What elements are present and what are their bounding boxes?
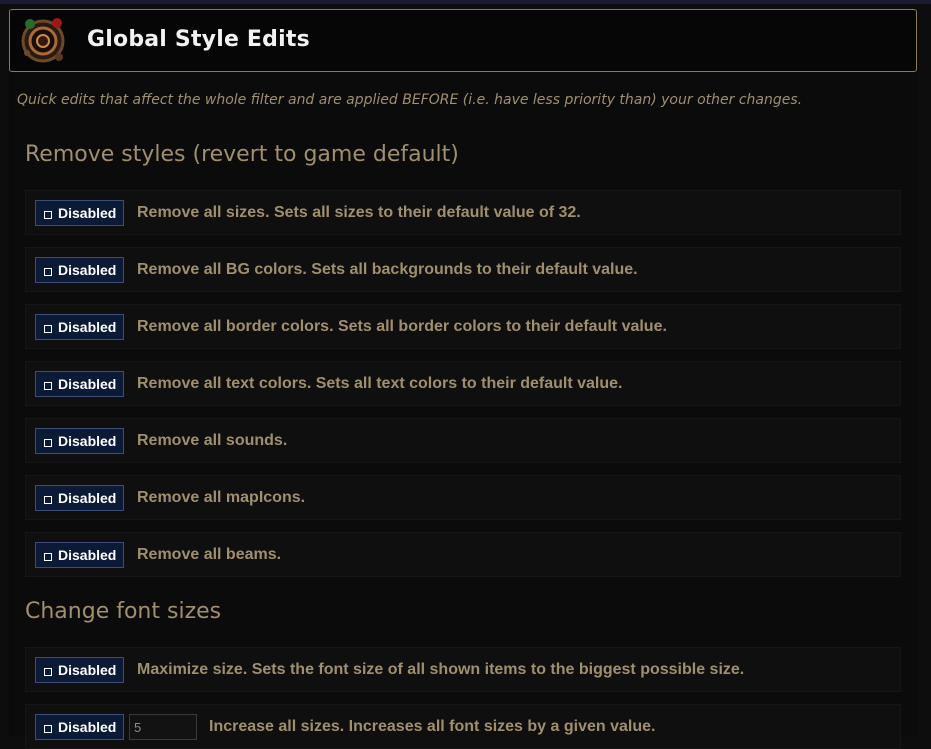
option-description: Remove all mapIcons. [137, 489, 306, 506]
option-description: Remove all BG colors. Sets all backgroun… [137, 261, 638, 278]
toggle-button[interactable]: Disabled [35, 371, 124, 397]
toggle-button[interactable]: Disabled [35, 485, 124, 511]
top-bar [0, 0, 931, 4]
option-row-remove-mapicons: Disabled Remove all mapIcons. [25, 475, 901, 520]
page-header: Global Style Edits [9, 9, 917, 72]
option-description: Remove all border colors. Sets all borde… [137, 318, 667, 335]
option-row-maximize-size: Disabled Maximize size. Sets the font si… [25, 647, 901, 692]
increase-value-input[interactable] [129, 714, 197, 740]
option-row-remove-sizes: Disabled Remove all sizes. Sets all size… [25, 190, 901, 235]
toggle-button[interactable]: Disabled [35, 200, 124, 226]
checkbox-icon [44, 382, 52, 390]
option-row-remove-border-colors: Disabled Remove all border colors. Sets … [25, 304, 901, 349]
checkbox-icon [44, 439, 52, 447]
toggle-button[interactable]: Disabled [35, 657, 124, 683]
option-description: Maximize size. Sets the font size of all… [137, 661, 745, 678]
orb-logo-icon [21, 18, 65, 63]
toggle-button[interactable]: Disabled [35, 542, 124, 568]
option-description: Increase all sizes. Increases all font s… [209, 718, 656, 735]
checkbox-icon [44, 325, 52, 333]
checkbox-icon [44, 668, 52, 676]
option-row-remove-sounds: Disabled Remove all sounds. [25, 418, 901, 463]
toggle-button[interactable]: Disabled [35, 428, 124, 454]
option-description: Remove all text colors. Sets all text co… [137, 375, 623, 392]
option-row-remove-beams: Disabled Remove all beams. [25, 532, 901, 577]
option-row-remove-text-colors: Disabled Remove all text colors. Sets al… [25, 361, 901, 406]
page-subtitle: Quick edits that affect the whole filter… [17, 92, 803, 108]
option-description: Remove all beams. [137, 546, 282, 563]
option-description: Remove all sounds. [137, 432, 288, 449]
toggle-button[interactable]: Disabled [35, 314, 124, 340]
checkbox-icon [44, 553, 52, 561]
toggle-button[interactable]: Disabled [35, 257, 124, 283]
section-title-remove-styles: Remove styles (revert to game default) [25, 142, 459, 167]
checkbox-icon [44, 211, 52, 219]
option-row-increase-sizes: Disabled Increase all sizes. Increases a… [25, 704, 901, 749]
section-title-font-sizes: Change font sizes [25, 599, 222, 624]
checkbox-icon [44, 496, 52, 504]
checkbox-icon [44, 725, 52, 733]
option-row-remove-bg-colors: Disabled Remove all BG colors. Sets all … [25, 247, 901, 292]
checkbox-icon [44, 268, 52, 276]
toggle-button[interactable]: Disabled [35, 714, 124, 740]
option-description: Remove all sizes. Sets all sizes to thei… [137, 204, 581, 221]
page-title: Global Style Edits [87, 27, 310, 52]
